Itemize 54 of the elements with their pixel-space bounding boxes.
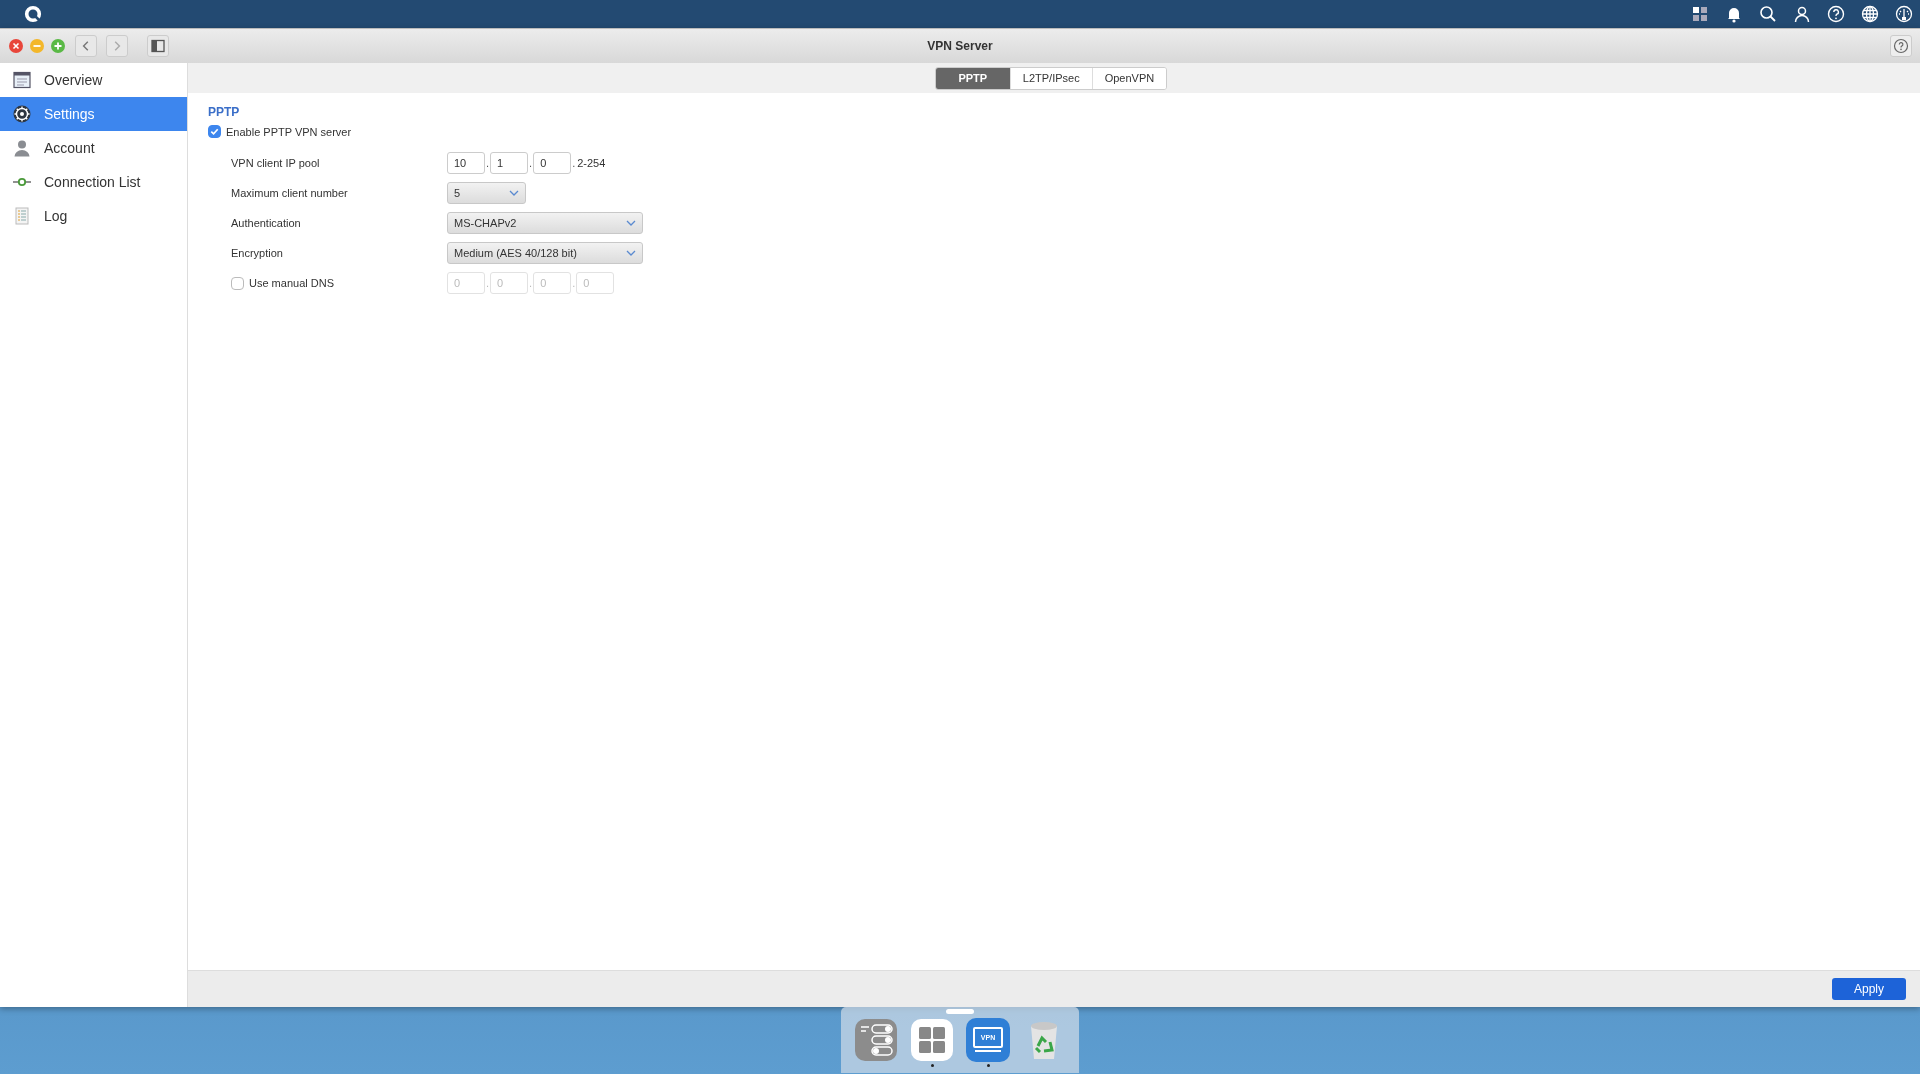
ip-octet-field[interactable]: 0	[533, 152, 572, 174]
dropdown[interactable]: MS-CHAPv2	[447, 212, 643, 234]
ip-octet-field[interactable]: 10	[447, 152, 485, 174]
dropdown[interactable]: Medium (AES 40/128 bit)	[447, 242, 643, 264]
dock-handle[interactable]	[946, 1009, 974, 1014]
sidebar-item[interactable]: Account	[0, 131, 187, 165]
ip-range-suffix: 2-254	[577, 157, 606, 169]
manual-dns-checkbox[interactable]: Use manual DNS	[231, 276, 447, 290]
user-icon[interactable]	[1792, 4, 1812, 24]
section-title: PPTP	[208, 105, 240, 119]
close-icon[interactable]	[8, 38, 24, 54]
ip-octet-field[interactable]: 1	[490, 152, 529, 174]
maximize-icon[interactable]	[50, 38, 66, 54]
tab[interactable]: PPTP	[935, 67, 1010, 89]
enable-checkbox[interactable]: Enable PPTP VPN server	[208, 125, 352, 138]
checkmark-icon	[209, 126, 220, 137]
dot-separator: .	[485, 277, 491, 289]
sidebar-item[interactable]: Connection List	[0, 165, 187, 199]
search-icon[interactable]	[1758, 4, 1778, 24]
dot-separator: .	[528, 157, 534, 169]
sidebar-toggle-button[interactable]	[147, 35, 169, 57]
dot-separator: .	[528, 277, 534, 289]
running-indicator	[930, 1063, 934, 1067]
sidebar-item[interactable]: Log	[0, 199, 187, 233]
window-icon	[12, 70, 32, 90]
sidebar-item[interactable]: Overview	[0, 63, 187, 97]
dot-separator: .	[571, 157, 577, 169]
back-button[interactable]	[75, 35, 97, 57]
log-list-icon	[12, 206, 32, 226]
globe-icon[interactable]	[1860, 4, 1880, 24]
tab[interactable]: OpenVPN	[1091, 67, 1167, 89]
field-label: Authentication	[231, 217, 302, 229]
apply-button[interactable]: Apply	[1832, 978, 1906, 1000]
gauge-icon[interactable]	[1894, 4, 1914, 24]
apps-grid-icon[interactable]	[1690, 4, 1710, 24]
help-icon	[1893, 38, 1909, 54]
chevron-down-icon	[626, 250, 636, 256]
chevron-down-icon	[509, 190, 519, 196]
help-button[interactable]	[1890, 35, 1912, 57]
dropdown[interactable]: 5	[447, 182, 526, 204]
sidebar-item[interactable]: Settings	[0, 97, 187, 131]
field-label: Encryption	[231, 247, 284, 259]
field-label: Maximum client number	[231, 187, 349, 199]
running-indicator	[986, 1063, 990, 1067]
sidebar-panel-icon	[151, 39, 165, 53]
gear-icon	[12, 104, 32, 124]
logo-icon[interactable]	[24, 5, 42, 23]
person-icon	[12, 138, 32, 158]
help-icon[interactable]	[1826, 4, 1846, 24]
dot-separator: .	[571, 277, 577, 289]
dot-separator: .	[485, 157, 491, 169]
window-title: VPN Server	[927, 39, 993, 53]
field-label: VPN client IP pool	[231, 157, 321, 169]
chevron-down-icon	[626, 220, 636, 226]
